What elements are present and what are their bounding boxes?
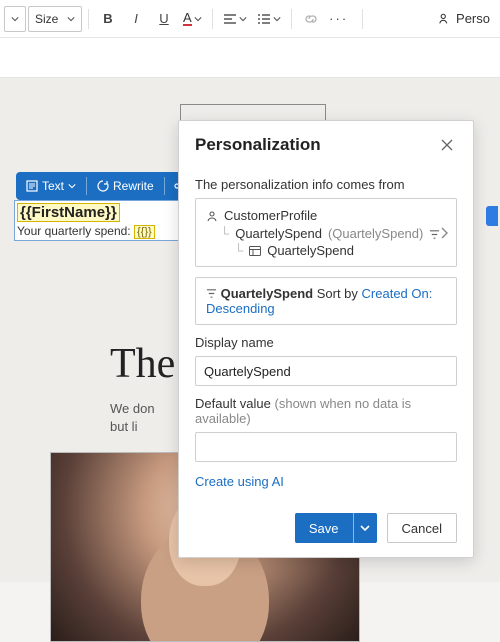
toolbar-separator bbox=[362, 9, 363, 29]
spend-token[interactable]: {{}} bbox=[134, 225, 155, 239]
default-value-input[interactable] bbox=[195, 432, 457, 462]
editor-canvas: Text Rewrite {{FirstName}} Your quarterl… bbox=[0, 78, 500, 582]
sort-card[interactable]: QuartelySpend Sort by Created On: Descen… bbox=[195, 277, 457, 325]
selection-separator bbox=[86, 177, 87, 195]
font-size-dropdown[interactable]: Size bbox=[28, 6, 82, 32]
panel-title: Personalization bbox=[195, 135, 321, 155]
cancel-button[interactable]: Cancel bbox=[387, 513, 457, 543]
source-tree-card[interactable]: CustomerProfile └ QuartelySpend (Quartel… bbox=[195, 198, 457, 267]
side-handle[interactable] bbox=[486, 206, 498, 226]
text-block[interactable]: {{FirstName}} Your quarterly spend: {{}} bbox=[14, 200, 194, 241]
toolbar-separator bbox=[88, 9, 89, 29]
font-size-label: Size bbox=[35, 12, 58, 26]
selection-text-label: Text bbox=[42, 179, 64, 193]
personalization-panel: Personalization The personalization info… bbox=[178, 120, 474, 558]
tree-root: CustomerProfile bbox=[224, 207, 317, 225]
create-using-ai-link[interactable]: Create using AI bbox=[195, 474, 284, 489]
toolbar-separator bbox=[212, 9, 213, 29]
tree-level2: QuartelySpend bbox=[267, 243, 354, 258]
italic-button[interactable]: I bbox=[123, 6, 149, 32]
bold-button[interactable]: B bbox=[95, 6, 121, 32]
sort-by-label: Sort by bbox=[317, 286, 358, 301]
formatting-toolbar: Size B I U A ··· Perso bbox=[0, 0, 500, 38]
field-icon bbox=[249, 246, 261, 256]
font-color-button[interactable]: A bbox=[179, 6, 206, 32]
filter-icon bbox=[429, 229, 440, 240]
tree-level1-paren: (QuartelySpend) bbox=[328, 225, 423, 243]
personalization-label: Perso bbox=[456, 11, 490, 26]
selection-rewrite-button[interactable]: Rewrite bbox=[91, 175, 160, 197]
save-split-button[interactable] bbox=[353, 513, 377, 543]
selection-rewrite-label: Rewrite bbox=[113, 179, 154, 193]
display-name-input[interactable] bbox=[195, 356, 457, 386]
more-button[interactable]: ··· bbox=[326, 6, 352, 32]
selection-separator bbox=[164, 177, 165, 195]
save-label: Save bbox=[295, 521, 353, 536]
selection-text-button[interactable]: Text bbox=[20, 175, 82, 197]
firstname-token[interactable]: {{FirstName}} bbox=[17, 203, 120, 222]
list-button[interactable] bbox=[253, 6, 285, 32]
spend-line: Your quarterly spend: {{}} bbox=[17, 224, 191, 238]
filter-icon bbox=[206, 288, 217, 299]
save-button[interactable]: Save bbox=[295, 513, 377, 543]
sort-field: QuartelySpend bbox=[221, 286, 313, 301]
display-name-label: Display name bbox=[195, 335, 457, 350]
align-button[interactable] bbox=[219, 6, 251, 32]
default-value-label: Default value (shown when no data is ava… bbox=[195, 396, 457, 426]
underline-button[interactable]: U bbox=[151, 6, 177, 32]
link-button[interactable] bbox=[298, 6, 324, 32]
tree-level1: QuartelySpend bbox=[235, 225, 322, 243]
toolbar-separator bbox=[291, 9, 292, 29]
sub-toolbar bbox=[0, 38, 500, 78]
chevron-right-icon bbox=[440, 227, 448, 239]
spend-prefix: Your quarterly spend: bbox=[17, 224, 134, 238]
source-label: The personalization info comes from bbox=[195, 177, 457, 192]
selection-toolbar: Text Rewrite bbox=[16, 172, 195, 200]
profile-icon bbox=[206, 210, 218, 222]
personalization-toolbar-button[interactable]: Perso bbox=[432, 6, 496, 32]
close-button[interactable] bbox=[437, 135, 457, 155]
font-family-dropdown[interactable] bbox=[4, 6, 26, 32]
